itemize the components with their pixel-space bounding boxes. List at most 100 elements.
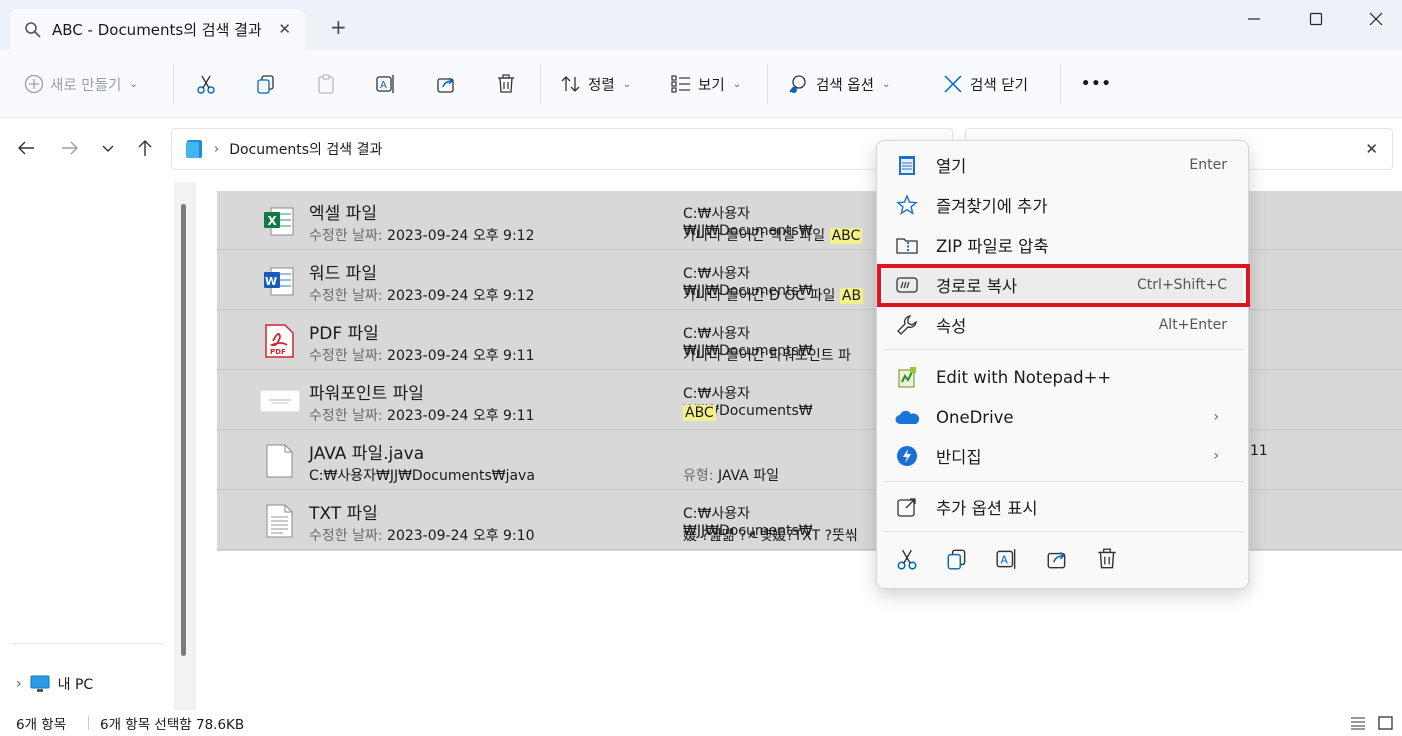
- menu-label: 속성: [936, 317, 967, 336]
- ppt-thumbnail-icon: [259, 389, 301, 413]
- minimize-icon: [1248, 18, 1260, 20]
- file-name: JAVA 파일.java: [309, 444, 425, 464]
- share-icon[interactable]: [1045, 547, 1069, 571]
- chevron-down-icon: ⌄: [881, 78, 891, 90]
- back-button[interactable]: [16, 138, 36, 163]
- command-bar: 새로 만들기 ⌄ A 정렬 ⌄ 보기 ⌄ 검색 옵션 ⌄ 검색 닫기 •••: [0, 50, 1402, 118]
- menu-label: 즐겨찾기에 추가: [936, 197, 1048, 216]
- paste-button[interactable]: [315, 72, 337, 96]
- plus-circle-icon: [24, 74, 44, 94]
- chevron-right-icon: ›: [1213, 448, 1219, 464]
- up-button[interactable]: [135, 138, 155, 163]
- new-label: 새로 만들기: [50, 77, 122, 94]
- file-name: 엑셀 파일: [309, 204, 377, 224]
- menu-label: OneDrive: [936, 407, 1014, 427]
- menu-item-onedrive[interactable]: OneDrive ›: [883, 398, 1243, 436]
- status-bar: 6개 항목 6개 항목 선택함 78.6KB: [0, 710, 1402, 736]
- file-type: 유형: JAVA 파일: [683, 468, 779, 484]
- breadcrumb[interactable]: Documents의 검색 결과: [229, 139, 382, 159]
- file-snippet: ABC: [683, 405, 716, 421]
- file-snippet: 가나다 들어간 파워포인트 파: [683, 348, 851, 364]
- details-view-icon: [1351, 717, 1365, 730]
- file-name: 워드 파일: [309, 264, 377, 284]
- trash-icon: [498, 74, 514, 93]
- view-label: 보기: [698, 77, 725, 94]
- close-icon: [944, 75, 962, 93]
- forward-button[interactable]: [60, 138, 80, 163]
- scissors-icon[interactable]: [895, 547, 919, 571]
- search-folder-icon: [186, 140, 202, 158]
- clear-search-icon[interactable]: ✕: [1365, 140, 1378, 158]
- file-extra-value: 11: [1250, 443, 1268, 459]
- close-search-button[interactable]: 검색 닫기: [942, 72, 1028, 96]
- menu-item-zip[interactable]: ZIP 파일로 압축: [883, 226, 1243, 264]
- chevron-down-icon: ⌄: [732, 78, 742, 90]
- clipboard-icon: [318, 74, 334, 94]
- close-window-button[interactable]: [1358, 8, 1394, 30]
- maximize-button[interactable]: [1298, 8, 1334, 30]
- sort-label: 정렬: [588, 77, 615, 94]
- tiles-view-button[interactable]: [1378, 716, 1394, 734]
- cut-button[interactable]: [195, 72, 217, 96]
- menu-shortcut: Alt+Enter: [1158, 317, 1227, 333]
- star-icon: [896, 194, 918, 215]
- copy-button[interactable]: [255, 72, 277, 96]
- more-options-button[interactable]: •••: [1081, 72, 1112, 96]
- copy-icon[interactable]: [945, 547, 969, 571]
- delete-button[interactable]: [495, 72, 517, 96]
- menu-label: Edit with Notepad++: [936, 367, 1112, 387]
- monitor-icon: [30, 675, 50, 692]
- file-snippet: 가나다 들어간 엑셀 파일 ABC: [683, 228, 863, 244]
- menu-label: 추가 옵션 표시: [936, 499, 1038, 518]
- new-tab-button[interactable]: +: [330, 17, 347, 37]
- list-view-icon: [671, 75, 690, 93]
- minimize-button[interactable]: [1236, 8, 1272, 30]
- menu-label: 반디집: [936, 448, 982, 467]
- rename-button[interactable]: A: [375, 72, 397, 96]
- sidebar-scroll-thumb[interactable]: [181, 204, 186, 656]
- copy-icon: [257, 75, 274, 94]
- maximize-icon: [1309, 12, 1323, 26]
- menu-item-bandizip[interactable]: 반디집 ›: [883, 437, 1243, 475]
- menu-divider: [883, 481, 1244, 482]
- trash-icon[interactable]: [1095, 547, 1119, 571]
- sidebar-item-my-pc[interactable]: › 내 PC: [16, 674, 93, 694]
- file-location: C:₩사용자₩JJ₩Documents₩java: [309, 468, 535, 484]
- file-modified: 수정한 날짜: 2023-09-24 오후 9:11: [309, 408, 535, 424]
- new-button[interactable]: 새로 만들기 ⌄: [24, 72, 138, 96]
- search-options-button[interactable]: 검색 옵션 ⌄: [788, 72, 890, 96]
- chevron-down-icon: [102, 145, 114, 152]
- tab-close-icon[interactable]: ✕: [278, 20, 291, 38]
- navigation-pane: [0, 182, 195, 710]
- toolbar-divider: [767, 64, 768, 104]
- menu-item-show-more-options[interactable]: 추가 옵션 표시: [883, 488, 1243, 526]
- file-snippet: 媛 ?섎떎 ?ㅻ뱾媛?TXT ?뚯씪: [683, 528, 858, 544]
- recent-locations-button[interactable]: [100, 138, 116, 163]
- share-button[interactable]: [435, 72, 457, 96]
- my-pc-label: 내 PC: [57, 677, 94, 693]
- menu-item-properties[interactable]: 속성 Alt+Enter: [883, 306, 1243, 344]
- sort-button[interactable]: 정렬 ⌄: [560, 72, 631, 96]
- file-name: 파워포인트 파일: [309, 384, 424, 404]
- menu-item-open[interactable]: 열기 Enter: [883, 146, 1243, 184]
- rename-icon[interactable]: A: [995, 547, 1019, 571]
- sort-icon: [561, 76, 580, 92]
- selection-info: 6개 항목 선택함 78.6KB: [100, 717, 245, 733]
- view-button[interactable]: 보기 ⌄: [670, 72, 741, 96]
- details-view-button[interactable]: [1350, 716, 1366, 734]
- more-options-icon: [897, 498, 916, 517]
- search-settings-icon: [789, 75, 806, 93]
- address-bar[interactable]: › Documents의 검색 결과: [171, 128, 953, 170]
- java-file-icon: [266, 444, 293, 478]
- menu-divider: [883, 349, 1244, 350]
- menu-item-add-favorite[interactable]: 즐겨찾기에 추가: [883, 186, 1243, 224]
- menu-item-notepad-plus-plus[interactable]: Edit with Notepad++: [883, 358, 1243, 396]
- toolbar-divider: [173, 64, 174, 104]
- tab-search-results[interactable]: ABC - Documents의 검색 결과 ✕: [10, 9, 305, 50]
- notepad-plus-plus-icon: [898, 367, 916, 388]
- svg-text:PDF: PDF: [270, 348, 286, 356]
- chevron-right-icon[interactable]: ›: [16, 676, 22, 692]
- toolbar-divider: [540, 64, 541, 104]
- context-menu: 열기 Enter 즐겨찾기에 추가 ZIP 파일로 압축 경로로 복사 Ctrl…: [876, 140, 1249, 589]
- file-modified: 수정한 날짜: 2023-09-24 오후 9:11: [309, 348, 535, 364]
